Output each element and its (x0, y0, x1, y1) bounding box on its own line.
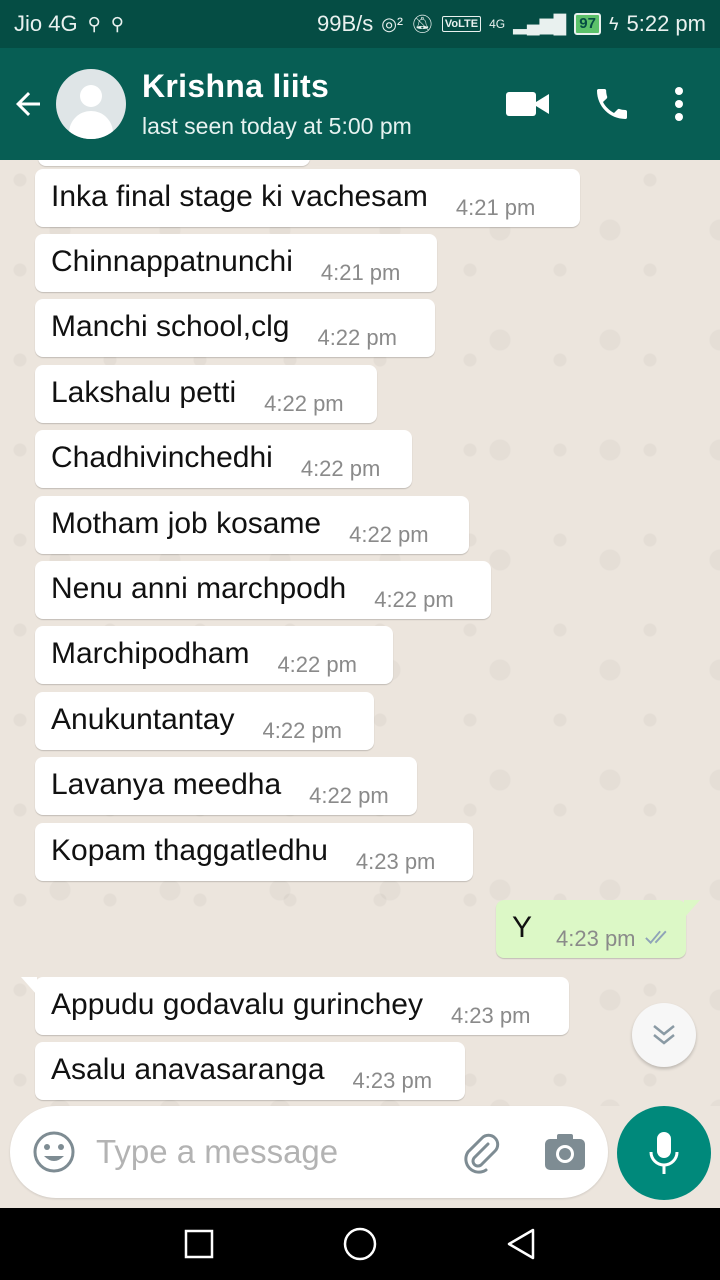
message-time: 4:23 pm (556, 926, 636, 951)
mute-icon: 🔕︎ (411, 13, 434, 34)
phone-icon[interactable] (592, 84, 632, 124)
message-time: 4:22 pm (309, 783, 389, 808)
message-text: Appudu godavalu gurinchey (51, 988, 423, 1021)
scroll-to-bottom-button[interactable] (632, 1003, 696, 1067)
home-icon[interactable] (342, 1226, 378, 1262)
double-check-icon (644, 930, 667, 945)
video-call-icon[interactable] (506, 88, 550, 120)
message-time: 4:23 pm (355, 849, 436, 874)
system-nav-bar (0, 1208, 720, 1280)
message-bubble-incoming[interactable]: Manchi school,clg 4:22 pm (35, 299, 435, 357)
message-time: 4:23 pm (352, 1068, 433, 1093)
volte-badge: VoLTE (441, 16, 482, 32)
message-text: Lakshalu petti (51, 376, 237, 409)
back-arrow-icon (16, 92, 40, 116)
avatar[interactable] (56, 69, 126, 139)
contact-name: Krishna liits (142, 68, 330, 104)
message-bubble-incoming[interactable]: Nenu anni marchpodh 4:22 pm (35, 561, 491, 619)
carrier-label: Jio 4G (14, 11, 78, 36)
voice-record-button[interactable] (617, 1106, 711, 1200)
message-list[interactable]: Inka final stage ki vachesam 4:21 pm Chi… (0, 160, 720, 1106)
back-nav-icon[interactable] (505, 1227, 537, 1261)
message-bubble-incoming[interactable]: Kopam thaggatledhu 4:23 pm (35, 823, 473, 881)
message-text: Anukuntantay (51, 703, 235, 736)
message-time: 4:23 pm (450, 1003, 531, 1028)
message-time: 4:22 pm (349, 522, 429, 547)
message-time: 4:22 pm (317, 325, 397, 350)
camera-icon[interactable] (544, 1133, 586, 1171)
message-input[interactable]: Type a message (96, 1133, 458, 1171)
more-vert-icon[interactable] (674, 86, 684, 122)
recent-apps-icon[interactable] (183, 1228, 215, 1260)
message-time: 4:22 pm (262, 718, 342, 743)
message-time: 4:22 pm (374, 587, 454, 612)
message-text: Chinnappatnunchi (51, 245, 293, 278)
message-text: Y (512, 911, 533, 944)
message-bubble-incoming[interactable]: Marchipodham 4:22 pm (35, 626, 393, 684)
message-text: Kopam thaggatledhu (51, 834, 328, 867)
message-time: 4:22 pm (300, 456, 381, 481)
message-text: Nenu anni marchpodh (51, 572, 347, 605)
network-speed: 99B/s (317, 11, 374, 36)
contact-info[interactable]: Krishna liits last seen today at 5:00 pm (142, 68, 506, 140)
message-time: 4:21 pm (455, 195, 536, 220)
status-bar: Jio 4G ⚲ ⚲ 99B/s ◎² 🔕︎ VoLTE 4G ▂▄▆█ 97 … (0, 0, 720, 48)
attachment-icon[interactable] (458, 1130, 502, 1174)
battery-level: 97 (574, 13, 601, 35)
message-bubble-incoming[interactable]: Anukuntantay 4:22 pm (35, 692, 374, 750)
message-text: Asalu anavasaranga (51, 1053, 325, 1086)
message-bubble-outgoing[interactable]: Y 4:23 pm (496, 900, 700, 958)
hotspot-icon: ◎² (381, 13, 403, 34)
microphone-icon (649, 1132, 679, 1174)
message-text: Marchipodham (51, 637, 250, 670)
message-bubble-incoming[interactable]: Lakshalu petti 4:22 pm (35, 365, 377, 423)
message-bubble-incoming[interactable]: Inka final stage ki vachesam 4:21 pm (35, 169, 580, 227)
message-time: 4:22 pm (277, 652, 357, 677)
emoji-icon[interactable] (32, 1130, 76, 1174)
usb-icon: ⚲ (110, 13, 124, 34)
signal-icon: ▂▄▆█ (513, 13, 567, 34)
message-bubble-incoming[interactable]: Chadhivinchedhi 4:22 pm (35, 430, 412, 488)
usb-icon: ⚲ (87, 13, 101, 34)
previous-message-bubble (38, 160, 310, 166)
last-seen-status: last seen today at 5:00 pm (142, 113, 412, 139)
message-composer: Type a message (10, 1106, 608, 1198)
message-text: Inka final stage ki vachesam (51, 180, 428, 213)
clock: 5:22 pm (626, 11, 707, 36)
message-text: Chadhivinchedhi (51, 441, 273, 474)
message-bubble-incoming[interactable]: Lavanya meedha 4:22 pm (35, 757, 417, 815)
charging-icon: ϟ (608, 13, 619, 34)
message-bubble-incoming[interactable]: Asalu anavasaranga 4:23 pm (35, 1042, 465, 1100)
message-time: 4:21 pm (320, 260, 401, 285)
chat-header: Krishna liits last seen today at 5:00 pm (0, 48, 720, 160)
message-bubble-incoming[interactable]: Chinnappatnunchi 4:21 pm (35, 234, 437, 292)
message-bubble-incoming[interactable]: Appudu godavalu gurinchey 4:23 pm (21, 977, 569, 1035)
message-text: Motham job kosame (51, 507, 322, 540)
message-text: Lavanya meedha (51, 768, 282, 801)
message-time: 4:22 pm (264, 391, 344, 416)
back-button[interactable] (0, 48, 56, 160)
network-type: 4G (489, 17, 506, 31)
double-chevron-down-icon (653, 1025, 675, 1045)
message-bubble-incoming[interactable]: Motham job kosame 4:22 pm (35, 496, 469, 554)
message-text: Manchi school,clg (51, 310, 290, 343)
